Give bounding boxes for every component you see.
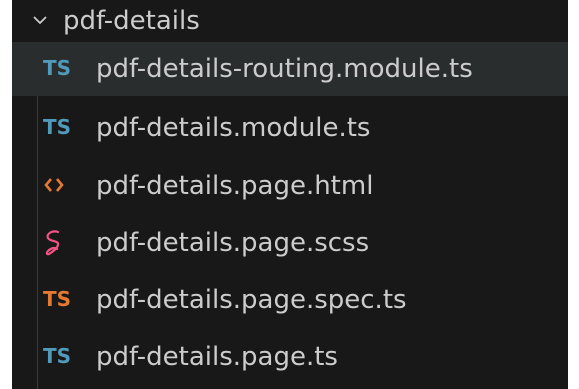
file-label: pdf-details.module.ts <box>96 113 371 143</box>
file-item-pdf-details-module[interactable]: TS pdf-details.module.ts <box>12 101 568 155</box>
typescript-icon: TS <box>43 344 72 368</box>
typescript-test-icon: TS <box>43 287 72 311</box>
file-item-pdf-details-page-ts[interactable]: TS pdf-details.page.ts <box>12 330 568 384</box>
typescript-icon: TS <box>43 115 72 139</box>
file-label: pdf-details-routing.module.ts <box>96 54 473 84</box>
typescript-icon: TS <box>43 56 72 80</box>
file-label: pdf-details.page.ts <box>96 342 338 372</box>
file-label: pdf-details.page.scss <box>96 228 370 258</box>
html-icon <box>43 171 75 199</box>
file-item-pdf-details-routing-module[interactable]: TS pdf-details-routing.module.ts <box>12 42 568 96</box>
file-item-pdf-details-page-html[interactable]: pdf-details.page.html <box>12 159 568 213</box>
folder-label: pdf-details <box>63 6 200 36</box>
chevron-down-icon[interactable] <box>32 12 48 28</box>
sass-icon <box>43 228 75 256</box>
file-item-pdf-details-page-scss[interactable]: pdf-details.page.scss <box>12 216 568 270</box>
file-explorer: pdf-details TS pdf-details-routing.modul… <box>12 0 568 389</box>
file-label: pdf-details.page.spec.ts <box>96 285 407 315</box>
file-label: pdf-details.page.html <box>96 171 374 201</box>
folder-row-pdf-details[interactable]: pdf-details <box>12 0 568 42</box>
file-item-pdf-details-page-spec-ts[interactable]: TS pdf-details.page.spec.ts <box>12 273 568 327</box>
